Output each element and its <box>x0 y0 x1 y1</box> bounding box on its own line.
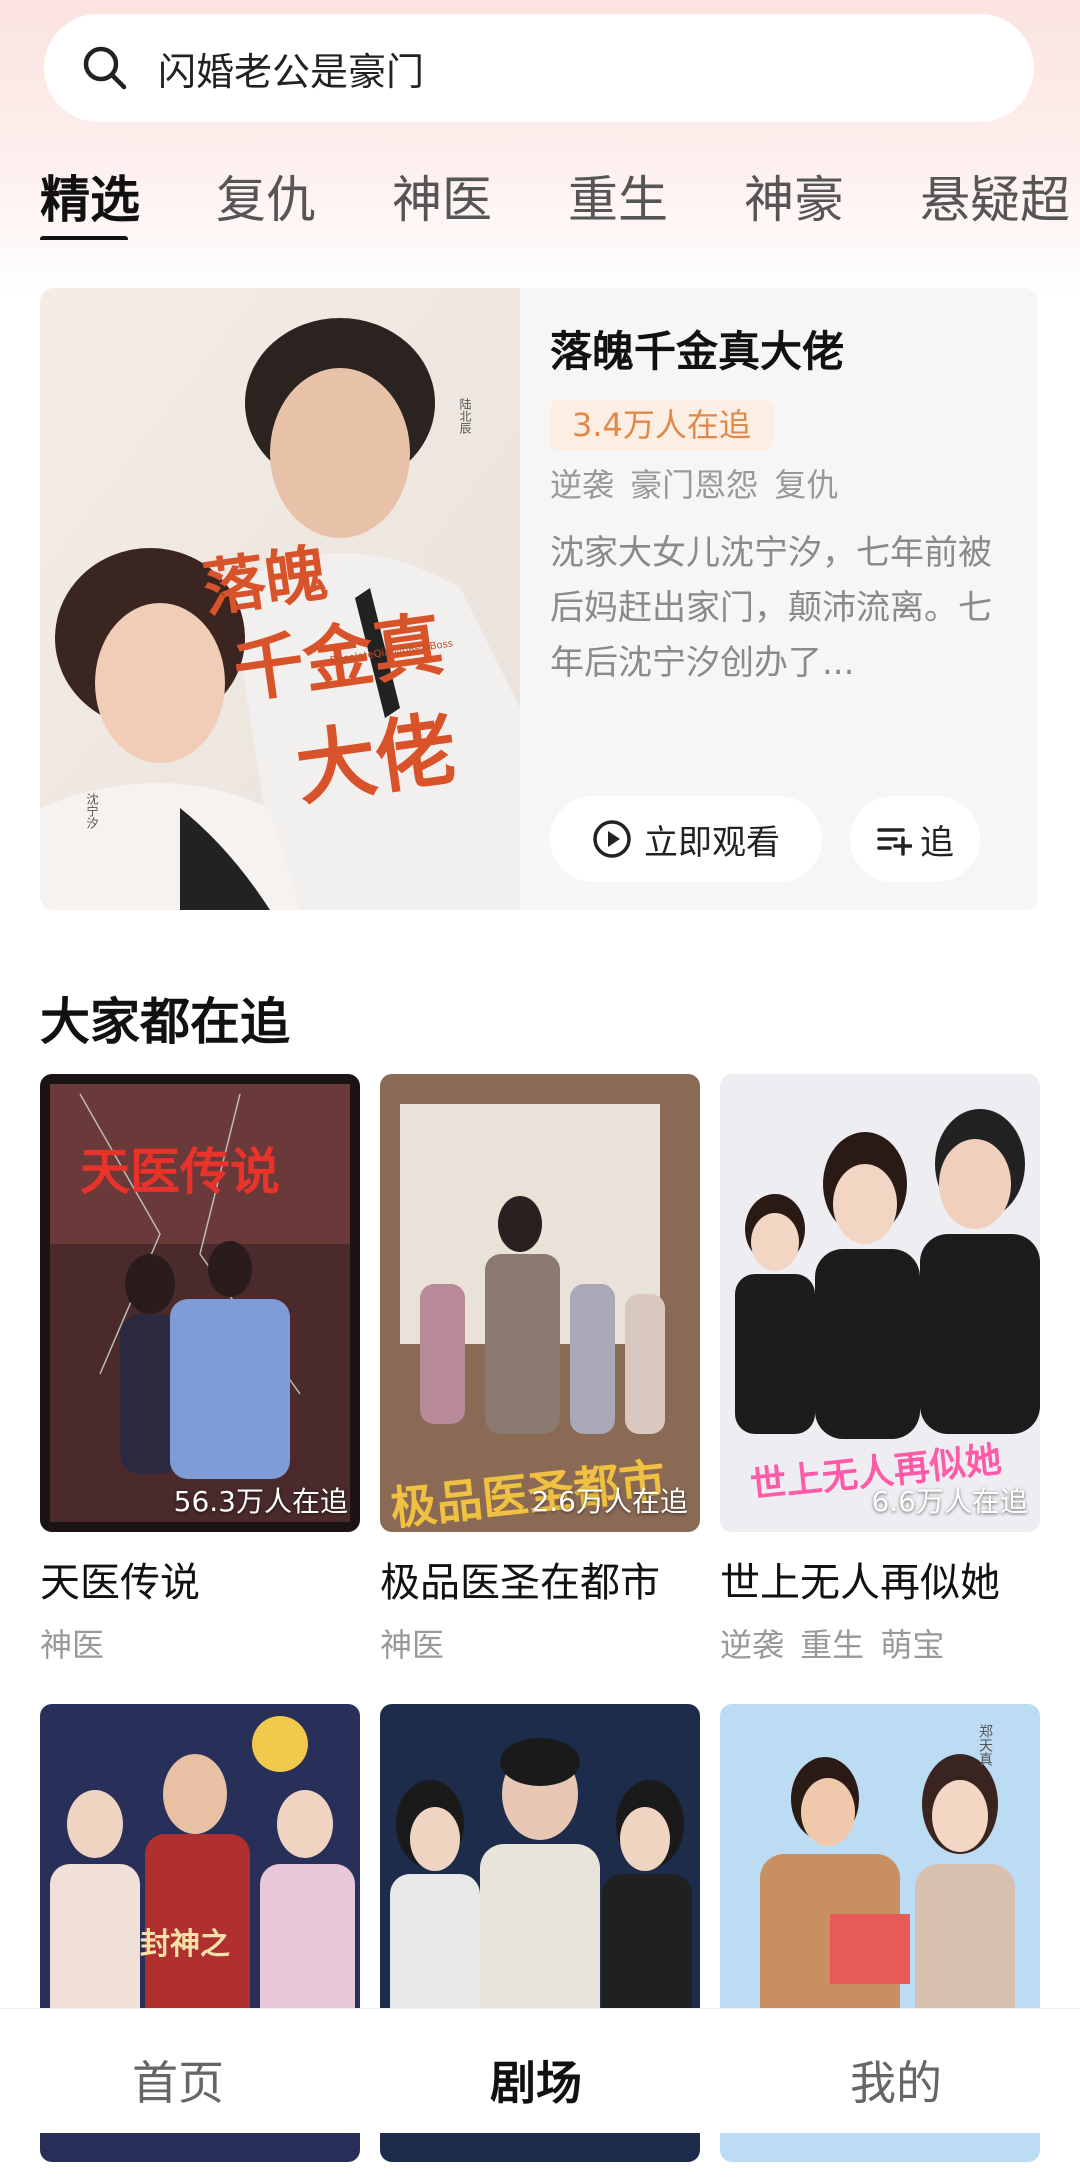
tab-rebirth[interactable]: 重生 <box>568 160 668 232</box>
poster-text: 封神之 <box>140 1927 230 1962</box>
follow-label: 追 <box>920 822 954 863</box>
drama-card[interactable]: 极品医圣都市 2.6万人在追 极品医圣在都市 神医 <box>380 1074 700 1666</box>
drama-title: 天医传说 <box>40 1560 200 1606</box>
category-tabs: 精选 复仇 神医 重生 神豪 悬疑超 <box>0 160 1080 240</box>
featured-description: 沈家大女儿沈宁汐，七年前被后妈赶出家门，颠沛流离。七年后沈宁汐创办了... <box>550 533 992 683</box>
featured-followers-badge: 3.4万人在追 <box>550 400 773 450</box>
drama-poster[interactable]: 世上无人再似她 6.6万人在追 <box>720 1074 1040 1532</box>
drama-title: 世上无人再似她 <box>720 1560 1000 1606</box>
bottom-navigation: 首页 剧场 我的 <box>0 2008 1080 2133</box>
section-title: 大家都在追 <box>40 993 290 1051</box>
add-to-list-icon <box>877 828 912 856</box>
follower-count: 2.6万人在追 <box>531 1485 688 1518</box>
watch-now-label: 立即观看 <box>644 822 780 863</box>
tab-featured[interactable]: 精选 <box>40 160 140 232</box>
nav-theater[interactable]: 剧场 <box>490 2047 582 2113</box>
featured-title: 落魄千金真大佬 <box>550 327 845 376</box>
search-icon <box>83 46 127 90</box>
play-circle-icon <box>593 820 631 858</box>
tab-doctor[interactable]: 神医 <box>392 160 492 232</box>
tab-tycoon[interactable]: 神豪 <box>744 160 844 232</box>
follow-button[interactable]: 追 <box>850 796 980 882</box>
tab-suspense[interactable]: 悬疑超 <box>920 160 1070 232</box>
tab-revenge[interactable]: 复仇 <box>216 160 316 232</box>
drama-title: 极品医圣在都市 <box>380 1560 660 1606</box>
drama-tags: 逆袭 重生 萌宝 <box>720 1626 945 1664</box>
nav-mine[interactable]: 我的 <box>850 2047 942 2113</box>
drama-poster[interactable]: 天医传说 56.3万人在追 <box>40 1074 360 1532</box>
featured-poster-caption-left: 沈宁汐 <box>85 792 99 829</box>
watch-now-button[interactable]: 立即观看 <box>550 796 822 882</box>
search-placeholder: 闪婚老公是豪门 <box>158 49 425 94</box>
drama-card[interactable]: 世上无人再似她 6.6万人在追 世上无人再似她 逆袭 重生 萌宝 <box>720 1074 1040 1666</box>
drama-card[interactable]: 天医传说 56.3万人在追 天医传说 神医 <box>40 1074 360 1666</box>
drama-tags: 神医 <box>40 1626 105 1664</box>
follower-count: 56.3万人在追 <box>173 1485 348 1518</box>
featured-poster-caption-right: 陆北辰 <box>458 397 472 435</box>
drama-poster[interactable]: 极品医圣都市 2.6万人在追 <box>380 1074 700 1532</box>
featured-drama-card[interactable]: 落魄 千金真 大佬 DesolateQianjinRealBoss 陆北辰 沈宁… <box>40 288 1038 910</box>
nav-home[interactable]: 首页 <box>132 2047 224 2113</box>
poster-text: 郑天真 <box>977 1724 993 1766</box>
follower-count: 6.6万人在追 <box>871 1485 1028 1518</box>
featured-poster[interactable]: 落魄 千金真 大佬 DesolateQianjinRealBoss 陆北辰 沈宁… <box>40 288 520 910</box>
search-bar[interactable]: 闪婚老公是豪门 <box>44 14 1034 122</box>
drama-tags: 神医 <box>380 1626 445 1664</box>
featured-tags: 逆袭 豪门恩怨 复仇 <box>550 466 839 504</box>
active-tab-indicator <box>40 236 128 240</box>
poster-text: 天医传说 <box>80 1142 280 1201</box>
